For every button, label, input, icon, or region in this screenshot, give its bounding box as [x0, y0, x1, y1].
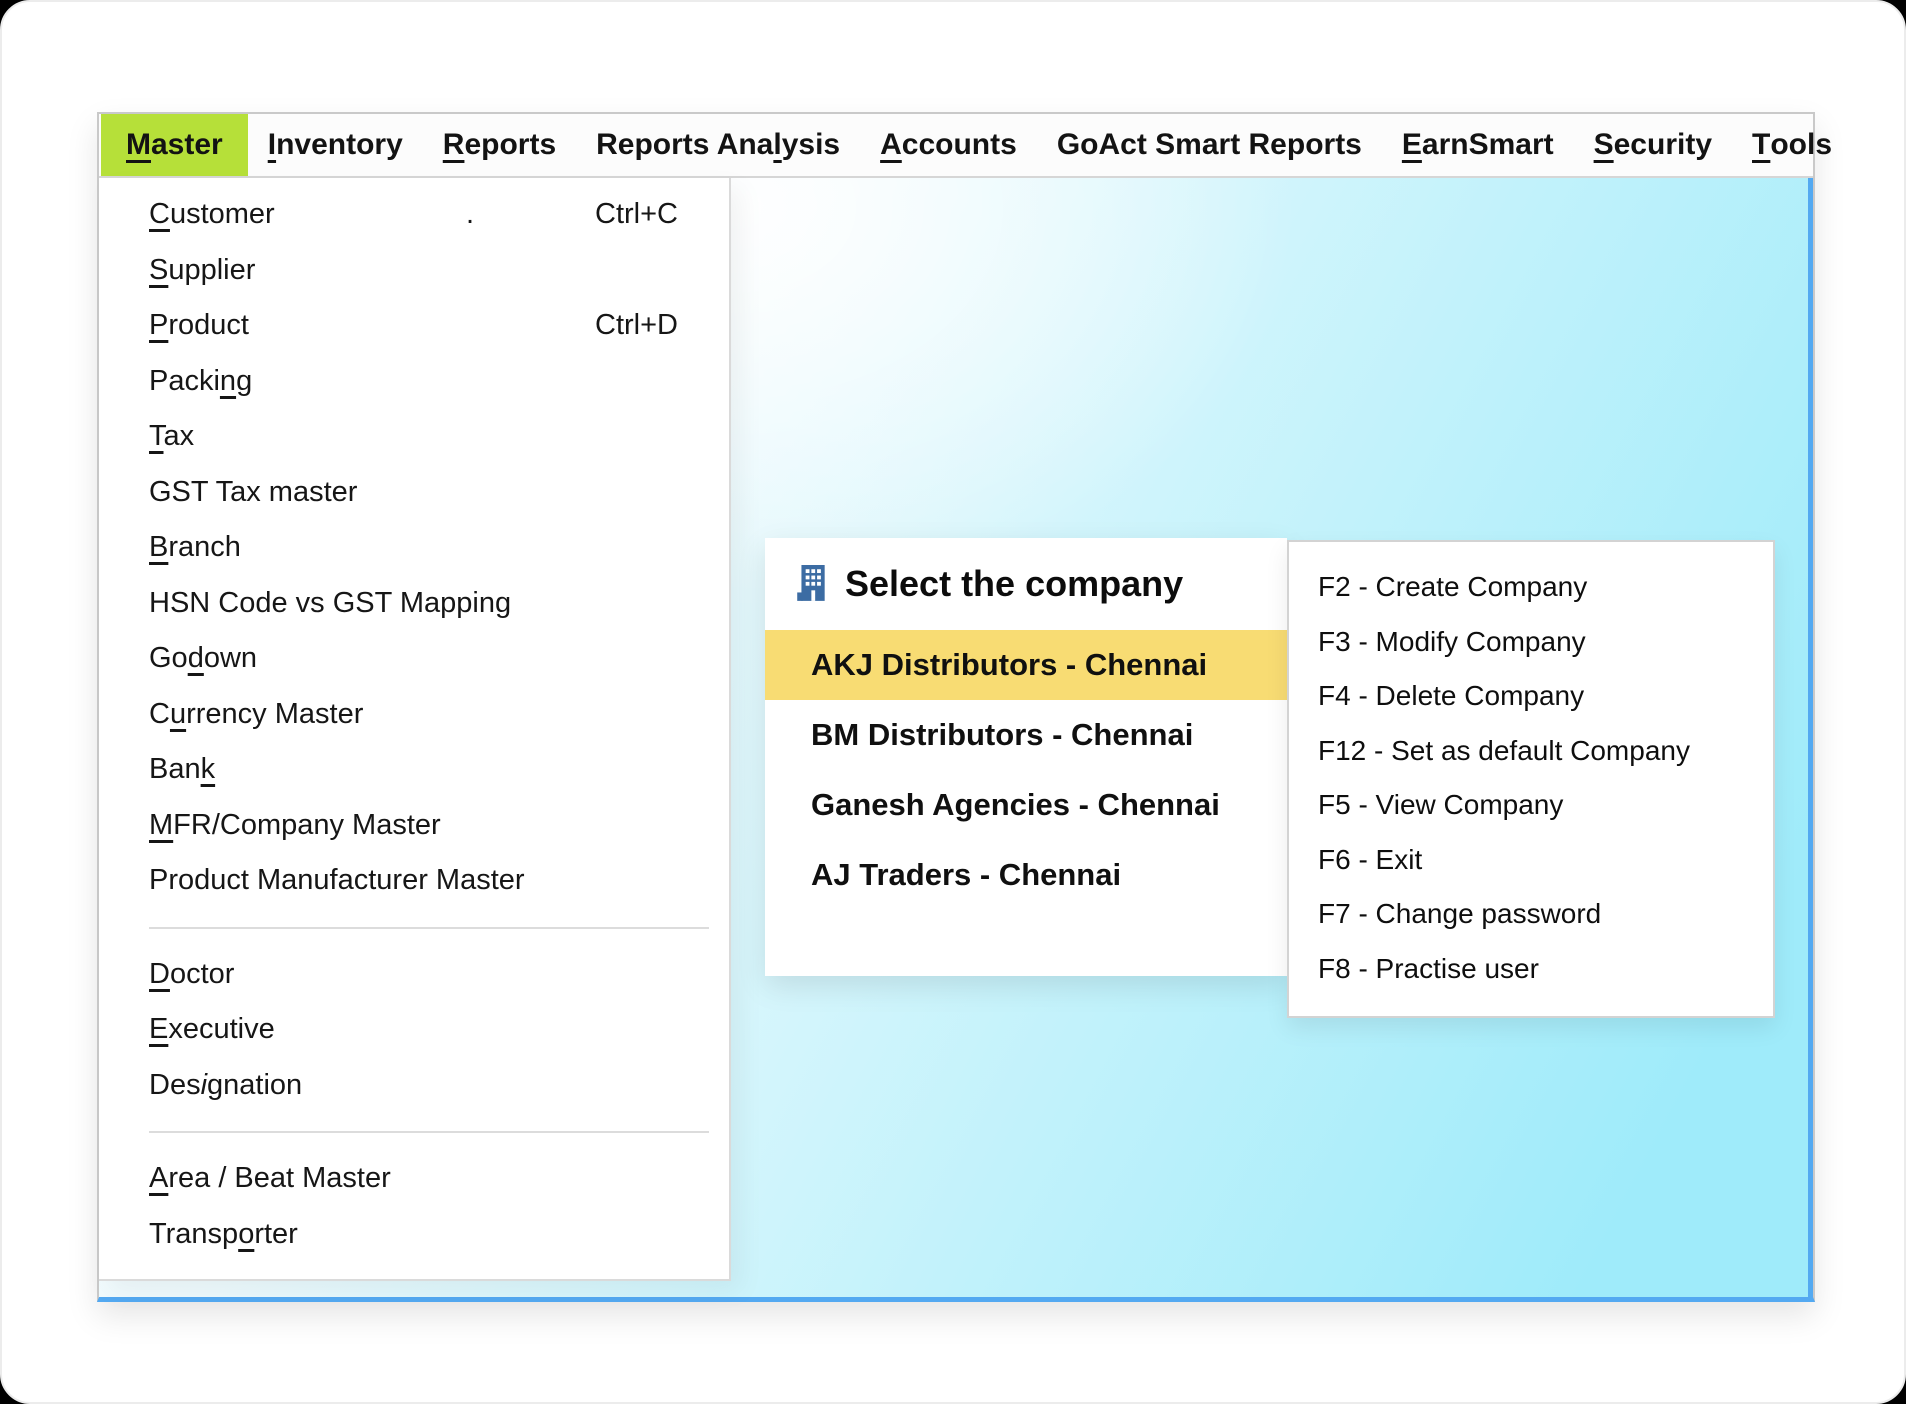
action-f6-exit[interactable]: F6 - Exit — [1289, 833, 1773, 888]
menu-item-godown[interactable]: Godown — [99, 631, 729, 687]
menu-item-supplier[interactable]: Supplier — [99, 243, 729, 299]
company-row-aj-traders-chennai[interactable]: AJ Traders - Chennai — [765, 840, 1287, 910]
menu-item-tools[interactable]: Tools — [1732, 114, 1852, 176]
menu-item-label: HSN Code vs GST Mapping — [149, 587, 511, 619]
menu-item-reports-analysis[interactable]: Reports Analysis — [576, 114, 860, 176]
menu-divider — [149, 1131, 709, 1133]
action-f2-create-company[interactable]: F2 - Create Company — [1289, 560, 1773, 615]
menu-item-label: Transporter — [149, 1218, 298, 1250]
menu-item-shortcut: Ctrl+D — [595, 298, 678, 354]
menu-item-accounts[interactable]: Accounts — [860, 114, 1037, 176]
menu-item-tax[interactable]: Tax — [99, 409, 729, 465]
menu-item-bank[interactable]: Bank — [99, 742, 729, 798]
menu-item-master[interactable]: Master — [101, 114, 248, 176]
menu-item-label: Designation — [149, 1069, 302, 1101]
menu-divider — [149, 927, 709, 929]
menu-item-shortcut: Ctrl+C — [595, 187, 678, 243]
menu-item-hsn-code-vs-gst-mapping[interactable]: HSN Code vs GST Mapping — [99, 576, 729, 632]
menu-item-label: Supplier — [149, 254, 255, 286]
content-area: Customer. Ctrl+C Supplier Product Ctrl+D Pack… — [99, 178, 1813, 1297]
menu-item-label: Doctor — [149, 958, 234, 990]
master-menu-dropdown: Customer. Ctrl+C Supplier Product Ctrl+D Pack… — [99, 178, 731, 1281]
app-window: MasterInventoryReportsReports AnalysisAc… — [97, 112, 1815, 1302]
action-f4-delete-company[interactable]: F4 - Delete Company — [1289, 669, 1773, 724]
dialog-title: Select the company — [845, 563, 1183, 605]
menu-item-label: Product — [149, 309, 249, 341]
menu-item-label: Area / Beat Master — [149, 1162, 391, 1194]
menu-item-security[interactable]: Security — [1574, 114, 1732, 176]
menu-item-product[interactable]: Product Ctrl+D — [99, 298, 729, 354]
action-f3-modify-company[interactable]: F3 - Modify Company — [1289, 615, 1773, 670]
menu-item-dot: . — [466, 187, 474, 243]
menu-item-label: GST Tax master — [149, 476, 357, 508]
menu-item-earnsmart[interactable]: EarnSmart — [1382, 114, 1574, 176]
company-list: AKJ Distributors - ChennaiBM Distributor… — [765, 630, 1287, 910]
menu-item-label: Bank — [149, 753, 215, 785]
menu-item-label: MFR/Company Master — [149, 809, 441, 841]
company-row-ganesh-agencies-chennai[interactable]: Ganesh Agencies - Chennai — [765, 770, 1287, 840]
menu-item-area-beat-master[interactable]: Area / Beat Master — [99, 1151, 729, 1207]
menu-item-customer[interactable]: Customer. Ctrl+C — [99, 187, 729, 243]
dialog-header: Select the company — [765, 538, 1287, 630]
menu-item-reports[interactable]: Reports — [423, 114, 576, 176]
menu-item-label: Godown — [149, 642, 257, 674]
menu-item-designation[interactable]: Designation — [99, 1058, 729, 1114]
menu-item-inventory[interactable]: Inventory — [248, 114, 423, 176]
menu-item-goact-smart-reports[interactable]: GoAct Smart Reports — [1037, 114, 1382, 176]
menu-item-doctor[interactable]: Doctor — [99, 947, 729, 1003]
menu-item-label: Currency Master — [149, 698, 363, 730]
company-row-akj-distributors-chennai[interactable]: AKJ Distributors - Chennai — [765, 630, 1287, 700]
action-f12-set-as-default-company[interactable]: F12 - Set as default Company — [1289, 724, 1773, 779]
building-icon — [795, 565, 829, 603]
menu-item-label: Customer — [149, 198, 275, 230]
screenshot-card: MasterInventoryReportsReports AnalysisAc… — [0, 0, 1906, 1404]
action-f8-practise-user[interactable]: F8 - Practise user — [1289, 942, 1773, 997]
menu-item-packing[interactable]: Packing — [99, 354, 729, 410]
menu-bar: MasterInventoryReportsReports AnalysisAc… — [99, 114, 1813, 178]
menu-item-executive[interactable]: Executive — [99, 1002, 729, 1058]
menu-item-branch[interactable]: Branch — [99, 520, 729, 576]
menu-item-currency-master[interactable]: Currency Master — [99, 687, 729, 743]
action-f7-change-password[interactable]: F7 - Change password — [1289, 887, 1773, 942]
select-company-dialog: Select the company AKJ Distributors - Ch… — [765, 538, 1287, 976]
company-row-bm-distributors-chennai[interactable]: BM Distributors - Chennai — [765, 700, 1287, 770]
menu-item-label: Packing — [149, 365, 252, 397]
menu-item-transporter[interactable]: Transporter — [99, 1207, 729, 1263]
menu-item-gst-tax-master[interactable]: GST Tax master — [99, 465, 729, 521]
company-actions-panel: F2 - Create CompanyF3 - Modify CompanyF4… — [1287, 540, 1775, 1018]
menu-item-label: Executive — [149, 1013, 275, 1045]
menu-item-mfr-company-master[interactable]: MFR/Company Master — [99, 798, 729, 854]
action-f5-view-company[interactable]: F5 - View Company — [1289, 778, 1773, 833]
menu-item-label: Product Manufacturer Master — [149, 864, 525, 896]
menu-item-label: Branch — [149, 531, 241, 563]
menu-item-product-manufacturer-master[interactable]: Product Manufacturer Master — [99, 853, 729, 909]
menu-item-label: Tax — [149, 420, 194, 452]
